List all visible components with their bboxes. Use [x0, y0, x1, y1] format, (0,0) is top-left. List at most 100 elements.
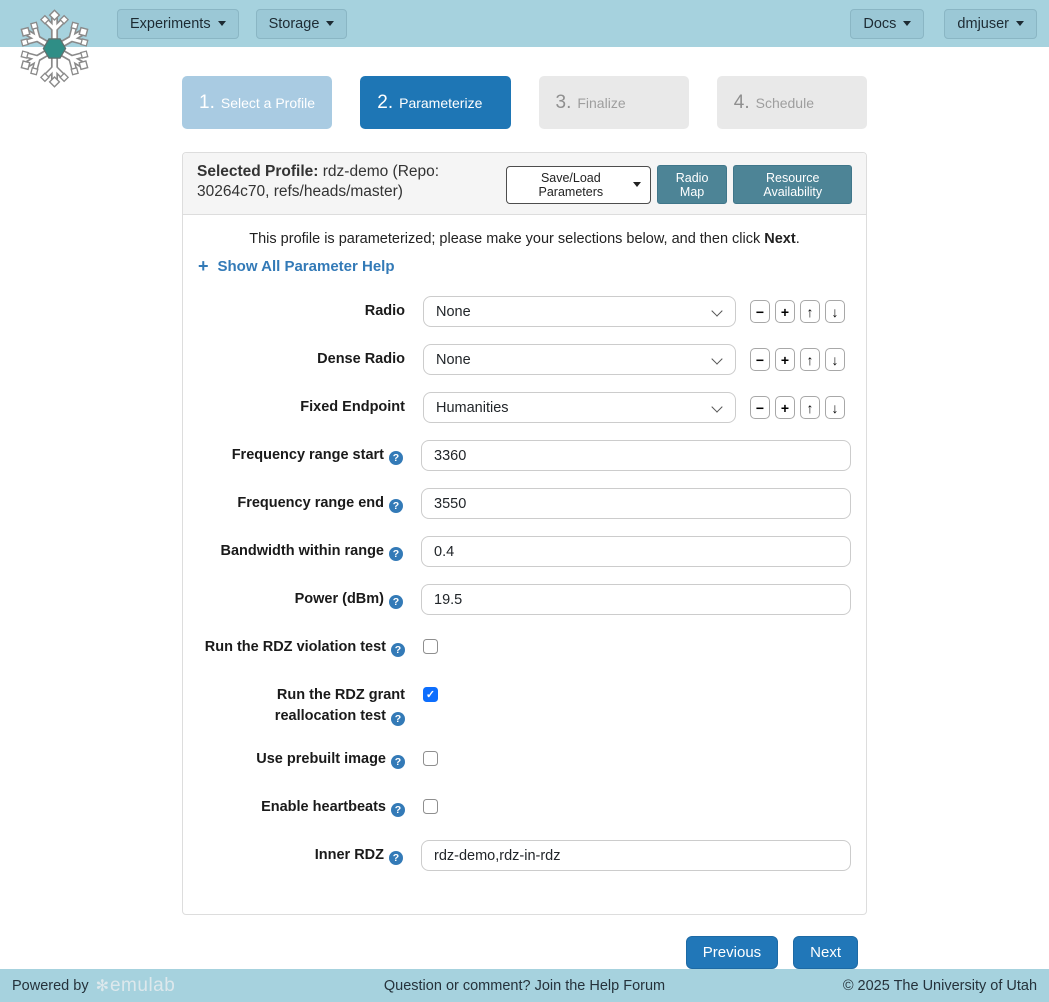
parameter-text-input[interactable] [421, 488, 851, 519]
remove-button[interactable]: − [750, 396, 770, 419]
help-icon[interactable] [391, 803, 405, 817]
parameter-control-cell: Humanities−+↑↓ [423, 392, 851, 423]
add-button[interactable]: + [775, 300, 795, 323]
parameter-control-cell [421, 440, 851, 471]
footer-help-forum-link[interactable]: Question or comment? Join the Help Forum [384, 978, 665, 994]
footer-copyright: © 2025 The University of Utah [665, 978, 1037, 994]
help-icon[interactable] [389, 595, 403, 609]
form-row-enable-heartbeats: Enable heartbeats [198, 792, 851, 823]
panel-body: This profile is parameterized; please ma… [183, 215, 866, 914]
move-down-button[interactable]: ↓ [825, 300, 845, 323]
help-icon[interactable] [389, 499, 403, 513]
save-load-parameters-dropdown[interactable]: Save/Load Parameters [506, 166, 651, 204]
parameter-label: Dense Radio [317, 351, 405, 367]
parameter-label: Inner RDZ [315, 847, 384, 863]
parameter-control-cell [421, 840, 851, 871]
parameter-label: Bandwidth within range [220, 543, 384, 559]
user-menu-button[interactable]: dmjuser [944, 9, 1037, 39]
parameter-label: Fixed Endpoint [300, 399, 405, 415]
parameter-label-cell: Frequency range start [198, 440, 403, 471]
stepper-button-group: −+↑↓ [750, 300, 845, 323]
move-up-button[interactable]: ↑ [800, 396, 820, 419]
navbar-right-group: Docs dmjuser [850, 9, 1037, 39]
parameter-control-cell: None−+↑↓ [423, 344, 851, 375]
chevron-down-icon [1016, 21, 1024, 26]
parameter-select[interactable]: Humanities [423, 392, 736, 423]
parameter-checkbox[interactable] [423, 799, 438, 814]
move-up-button[interactable]: ↑ [800, 348, 820, 371]
move-up-button[interactable]: ↑ [800, 300, 820, 323]
help-icon[interactable] [391, 643, 405, 657]
parameter-label-cell: Fixed Endpoint [198, 392, 405, 423]
help-icon[interactable] [389, 851, 403, 865]
parameter-text-input[interactable] [421, 536, 851, 567]
radio-map-button[interactable]: Radio Map [657, 165, 728, 204]
parameter-label: Frequency range start [232, 447, 384, 463]
docs-menu-button[interactable]: Docs [850, 9, 924, 39]
parameter-label-cell: Radio [198, 296, 405, 327]
help-icon[interactable] [391, 755, 405, 769]
resource-availability-button[interactable]: Resource Availability [733, 165, 852, 204]
parameter-label-cell: Dense Radio [198, 344, 405, 375]
instructions-next-word: Next [764, 231, 795, 247]
parameter-text-input[interactable] [421, 584, 851, 615]
previous-button[interactable]: Previous [686, 936, 778, 969]
experiments-menu-button[interactable]: Experiments [117, 9, 239, 39]
step-parameterize: 2. Parameterize [360, 76, 510, 129]
parameter-control-cell [423, 632, 851, 663]
navbar-left-group: Experiments Storage [117, 9, 347, 39]
parameter-label-cell: Power (dBm) [198, 584, 403, 615]
form-row-inner-rdz: Inner RDZ [198, 840, 851, 871]
parameter-label: Use prebuilt image [256, 751, 386, 767]
chevron-down-icon [326, 21, 334, 26]
parameter-select[interactable]: None [423, 344, 736, 375]
parameter-checkbox[interactable] [423, 687, 438, 702]
next-button[interactable]: Next [793, 936, 858, 969]
stepper-button-group: −+↑↓ [750, 348, 845, 371]
parameter-select[interactable]: None [423, 296, 736, 327]
remove-button[interactable]: − [750, 300, 770, 323]
move-down-button[interactable]: ↓ [825, 348, 845, 371]
form-row-dense-radio: Dense RadioNone−+↑↓ [198, 344, 851, 375]
user-menu-label: dmjuser [957, 16, 1009, 32]
parameter-label: Frequency range end [237, 495, 384, 511]
parameter-checkbox[interactable] [423, 639, 438, 654]
step-select-profile[interactable]: 1. Select a Profile [182, 76, 332, 129]
show-all-parameter-help-link[interactable]: + Show All Parameter Help [198, 257, 395, 275]
parameter-label: Run the RDZ grant reallocation test [275, 687, 405, 724]
parameter-control-cell [421, 584, 851, 615]
form-row-radio: Radio None −+↑↓ [198, 296, 851, 327]
powder-logo[interactable] [12, 6, 97, 91]
experiments-menu-label: Experiments [130, 16, 211, 32]
emulab-brand[interactable]: emulab [110, 975, 175, 997]
help-icon[interactable] [389, 451, 403, 465]
instructions-main: This profile is parameterized; please ma… [249, 231, 764, 247]
top-navbar: Experiments Storage Docs dmjuser [0, 0, 1049, 47]
parameter-control-cell: None −+↑↓ [423, 296, 851, 327]
chevron-down-icon [711, 305, 722, 316]
snowflake-logo-icon [12, 6, 97, 91]
parameter-label-cell: Inner RDZ [198, 840, 403, 871]
parameter-control-cell [423, 680, 851, 727]
add-button[interactable]: + [775, 396, 795, 419]
parameter-text-input[interactable] [421, 840, 851, 871]
move-down-button[interactable]: ↓ [825, 396, 845, 419]
remove-button[interactable]: − [750, 348, 770, 371]
page-footer: Powered by ✻ emulab Question or comment?… [0, 969, 1049, 1002]
help-icon[interactable] [389, 547, 403, 561]
help-icon[interactable] [391, 712, 405, 726]
parameter-text-input[interactable] [421, 440, 851, 471]
storage-menu-label: Storage [269, 16, 320, 32]
chevron-down-icon [218, 21, 226, 26]
chevron-down-icon [903, 21, 911, 26]
parameter-label-cell: Enable heartbeats [198, 792, 405, 823]
storage-menu-button[interactable]: Storage [256, 9, 348, 39]
add-button[interactable]: + [775, 348, 795, 371]
parameter-control-cell [421, 488, 851, 519]
parameterize-panel: Selected Profile: rdz-demo (Repo: 30264c… [182, 152, 867, 915]
wizard-steps: 1. Select a Profile 2. Parameterize 3. F… [182, 76, 867, 129]
parameter-control-cell [423, 792, 851, 823]
select-value: None [436, 304, 471, 320]
plus-icon: + [198, 257, 209, 275]
parameter-checkbox[interactable] [423, 751, 438, 766]
